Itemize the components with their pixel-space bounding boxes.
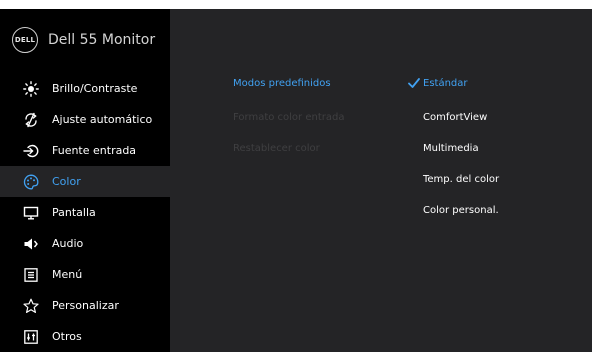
star-icon: [22, 297, 40, 315]
sidebar-item-brillo-contraste[interactable]: Brillo/Contraste: [0, 73, 170, 104]
speaker-icon: [22, 235, 40, 253]
sidebar-item-label: Audio: [52, 237, 84, 250]
option-restablecer-color[interactable]: Restablecer color: [233, 143, 320, 154]
main-menu: Brillo/Contraste Ajuste automático Fuent…: [0, 73, 170, 352]
sidebar-item-label: Fuente entrada: [52, 144, 137, 157]
input-source-icon: [22, 142, 40, 160]
dell-logo: DELL: [12, 27, 38, 53]
value-multimedia[interactable]: Multimedia: [423, 143, 479, 154]
color-submenu: Modos predefinidos Formato color entrada…: [170, 9, 592, 352]
sidebar-item-ajuste-automatico[interactable]: Ajuste automático: [0, 104, 170, 135]
option-modos-predefinidos[interactable]: Modos predefinidos: [233, 78, 331, 89]
sidebar-item-pantalla[interactable]: Pantalla: [0, 197, 170, 228]
sidebar-item-fuente-entrada[interactable]: Fuente entrada: [0, 135, 170, 166]
other-icon: [22, 328, 40, 346]
menu-icon: [22, 266, 40, 284]
sidebar-item-otros[interactable]: Otros: [0, 321, 170, 352]
value-color-personal[interactable]: Color personal.: [423, 205, 499, 216]
monitor-osd: DELL Dell 55 Monitor Brillo/Contraste Aj…: [0, 9, 592, 352]
palette-icon: [22, 173, 40, 191]
sidebar-item-menu[interactable]: Menú: [0, 259, 170, 290]
sidebar-item-label: Otros: [52, 330, 82, 343]
checkmark-icon: [408, 78, 420, 88]
display-icon: [22, 204, 40, 222]
sidebar-item-personalizar[interactable]: Personalizar: [0, 290, 170, 321]
brightness-icon: [22, 80, 40, 98]
sidebar-item-color[interactable]: Color: [0, 166, 170, 197]
value-temp-color[interactable]: Temp. del color: [423, 174, 499, 185]
monitor-title: Dell 55 Monitor: [48, 32, 156, 48]
sidebar-item-label: Pantalla: [52, 206, 96, 219]
sidebar-item-audio[interactable]: Audio: [0, 228, 170, 259]
sidebar-item-label: Brillo/Contraste: [52, 82, 138, 95]
option-formato-color-entrada[interactable]: Formato color entrada: [233, 112, 344, 123]
sidebar: DELL Dell 55 Monitor Brillo/Contraste Aj…: [0, 9, 170, 352]
value-estandar[interactable]: Estándar: [423, 78, 468, 89]
auto-adjust-icon: [22, 111, 40, 129]
sidebar-item-label: Color: [52, 175, 81, 188]
sidebar-item-label: Menú: [52, 268, 83, 281]
sidebar-item-label: Personalizar: [52, 299, 119, 312]
value-comfortview[interactable]: ComfortView: [423, 112, 487, 123]
brand: DELL Dell 55 Monitor: [12, 27, 155, 53]
sidebar-item-label: Ajuste automático: [52, 113, 153, 126]
